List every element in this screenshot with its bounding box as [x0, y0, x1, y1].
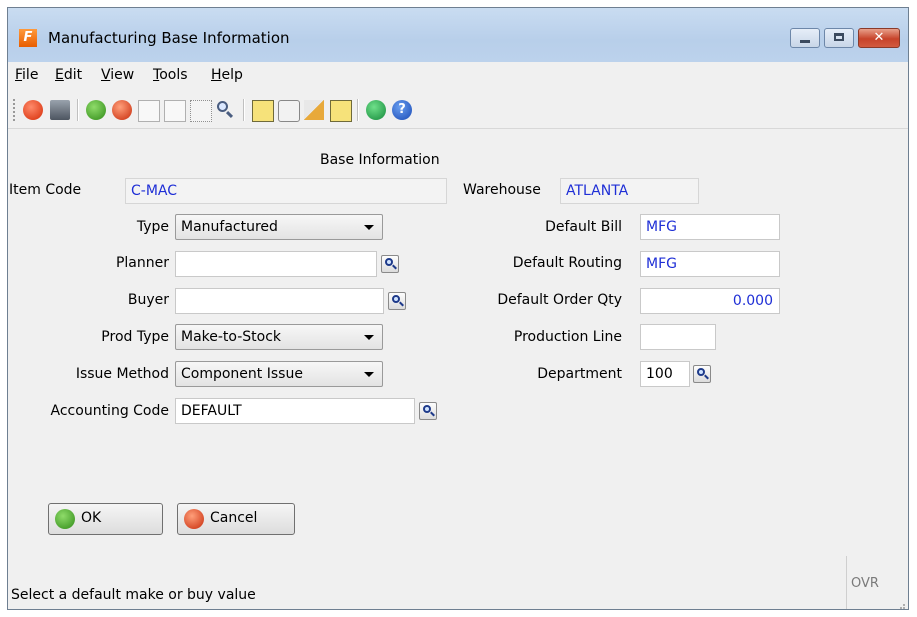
cancel-button[interactable]: Cancel — [177, 503, 295, 535]
menu-help-key: H — [211, 67, 222, 83]
toolbar-separator — [357, 99, 359, 121]
accounting-code-lookup-button[interactable] — [419, 402, 437, 420]
cancel-button-label: Cancel — [210, 510, 258, 526]
ok-button-label: OK — [81, 510, 102, 526]
cancel-icon[interactable] — [112, 100, 132, 120]
maximize-icon — [834, 33, 844, 41]
type-value: Manufactured — [181, 219, 278, 235]
planner-lookup-button[interactable] — [381, 255, 399, 273]
menu-tools-rest: ools — [159, 67, 188, 83]
menu-tools[interactable]: Tools — [153, 67, 188, 83]
minimize-icon — [800, 40, 810, 43]
toolbar-grip[interactable] — [13, 99, 18, 121]
issue-method-value: Component Issue — [181, 366, 303, 382]
close-button[interactable]: ✕ — [858, 28, 900, 48]
production-line-label: Production Line — [513, 329, 622, 345]
status-bar: Select a default make or buy value OVR — [8, 556, 908, 609]
issue-method-label: Issue Method — [75, 366, 169, 382]
issue-method-dropdown[interactable]: Component Issue — [175, 361, 383, 387]
buyer-lookup-button[interactable] — [388, 292, 406, 310]
chevron-down-icon — [364, 335, 374, 340]
department-lookup-button[interactable] — [693, 365, 711, 383]
toolbar-separator — [77, 99, 79, 121]
default-routing-input[interactable]: MFG — [640, 251, 780, 277]
chart-icon[interactable] — [366, 100, 386, 120]
checkmark-icon — [55, 509, 75, 529]
default-routing-label: Default Routing — [512, 255, 622, 271]
menu-file-key: F — [15, 67, 23, 83]
menu-edit-rest: dit — [63, 67, 83, 83]
copy-icon[interactable] — [138, 100, 160, 122]
menu-help[interactable]: Help — [211, 67, 243, 83]
resize-grip-icon[interactable] — [896, 599, 906, 609]
paste-icon[interactable] — [164, 100, 186, 122]
help-icon[interactable]: ? — [392, 100, 412, 120]
department-label: Department — [537, 366, 622, 382]
notes-icon[interactable] — [252, 100, 274, 122]
warehouse-field[interactable]: ATLANTA — [560, 178, 699, 204]
status-message: Select a default make or buy value — [11, 587, 256, 603]
menu-bar: File Edit View Tools Help — [8, 62, 908, 92]
maximize-button[interactable] — [824, 28, 854, 48]
warehouse-label: Warehouse — [463, 182, 541, 198]
type-label: Type — [136, 219, 169, 235]
planner-input[interactable] — [175, 251, 377, 277]
minimize-button[interactable] — [790, 28, 820, 48]
buyer-input[interactable] — [175, 288, 384, 314]
menu-file-rest: ile — [22, 67, 39, 83]
menu-view-key: V — [101, 67, 111, 83]
x-circle-icon — [184, 509, 204, 529]
default-bill-input[interactable]: MFG — [640, 214, 780, 240]
app-logo-icon: F — [19, 29, 37, 47]
menu-view[interactable]: View — [101, 67, 134, 83]
accounting-code-input[interactable]: DEFAULT — [175, 398, 415, 424]
overwrite-mode-indicator: OVR — [851, 576, 879, 591]
prod-type-value: Make-to-Stock — [181, 329, 282, 345]
search-icon[interactable] — [215, 100, 235, 120]
item-code-label: Item Code — [9, 182, 82, 198]
default-order-qty-label: Default Order Qty — [497, 292, 622, 308]
type-dropdown[interactable]: Manufactured — [175, 214, 383, 240]
checklist-icon[interactable] — [330, 100, 352, 122]
menu-help-rest: elp — [221, 67, 243, 83]
buyer-label: Buyer — [127, 292, 169, 308]
chevron-down-icon — [364, 372, 374, 377]
menu-edit[interactable]: Edit — [55, 67, 82, 83]
accounting-code-label: Accounting Code — [50, 403, 169, 419]
menu-file[interactable]: File — [15, 67, 38, 83]
prod-type-label: Prod Type — [101, 329, 169, 345]
title-bar[interactable]: F Manufacturing Base Information ✕ — [8, 8, 908, 62]
close-icon: ✕ — [873, 30, 885, 45]
menu-edit-key: E — [55, 67, 64, 83]
planner-label: Planner — [115, 255, 169, 271]
toolbar: ? — [8, 92, 908, 129]
window-title: Manufacturing Base Information — [48, 29, 290, 47]
section-title: Base Information — [320, 152, 440, 168]
attachment-icon[interactable] — [278, 100, 300, 122]
ok-button[interactable]: OK — [48, 503, 163, 535]
chevron-down-icon — [364, 225, 374, 230]
item-code-field[interactable]: C-MAC — [125, 178, 447, 204]
department-input[interactable]: 100 — [640, 361, 690, 387]
menu-view-rest: iew — [110, 67, 135, 83]
mode-panel: OVR — [846, 556, 887, 609]
save-icon[interactable] — [50, 100, 70, 120]
default-bill-label: Default Bill — [545, 219, 622, 235]
window-controls: ✕ — [786, 28, 900, 50]
production-line-input[interactable] — [640, 324, 716, 350]
select-icon[interactable] — [190, 100, 212, 122]
power-icon[interactable] — [23, 100, 43, 120]
prod-type-dropdown[interactable]: Make-to-Stock — [175, 324, 383, 350]
toolbar-separator — [243, 99, 245, 121]
default-order-qty-input[interactable]: 0.000 — [640, 288, 780, 314]
lookup-user-icon[interactable] — [304, 100, 324, 120]
main-window: F Manufacturing Base Information ✕ File … — [7, 7, 909, 610]
ok-icon[interactable] — [86, 100, 106, 120]
